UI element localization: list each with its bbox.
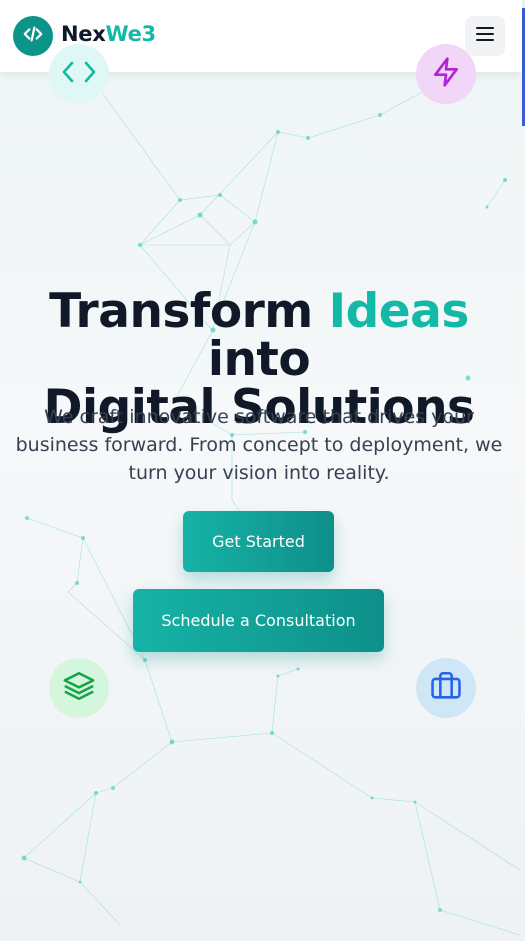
lightning-feature-badge [416, 44, 476, 104]
get-started-button[interactable]: Get Started [183, 511, 334, 572]
hero-title-part: Transform [49, 284, 329, 339]
schedule-consultation-button[interactable]: Schedule a Consultation [133, 589, 384, 652]
code-slash-icon [22, 23, 44, 50]
briefcase-icon [429, 669, 463, 708]
layers-feature-badge [49, 658, 109, 718]
brand-part-2: We3 [105, 22, 156, 46]
brand-name[interactable]: NexWe3 [61, 22, 156, 46]
code-icon [62, 60, 96, 89]
hero-title-part: into [207, 332, 311, 387]
menu-button[interactable] [465, 16, 505, 56]
hamburger-menu-icon [475, 26, 495, 47]
lightning-bolt-icon [430, 56, 462, 93]
layers-icon [62, 669, 96, 708]
logo-badge[interactable] [13, 16, 53, 56]
briefcase-feature-badge [416, 658, 476, 718]
hero-title-highlight: Ideas [328, 284, 470, 339]
brand-part-1: Nex [61, 22, 106, 46]
hero-subtitle: We craft innovative software that drives… [15, 406, 503, 484]
code-feature-badge [49, 44, 109, 104]
